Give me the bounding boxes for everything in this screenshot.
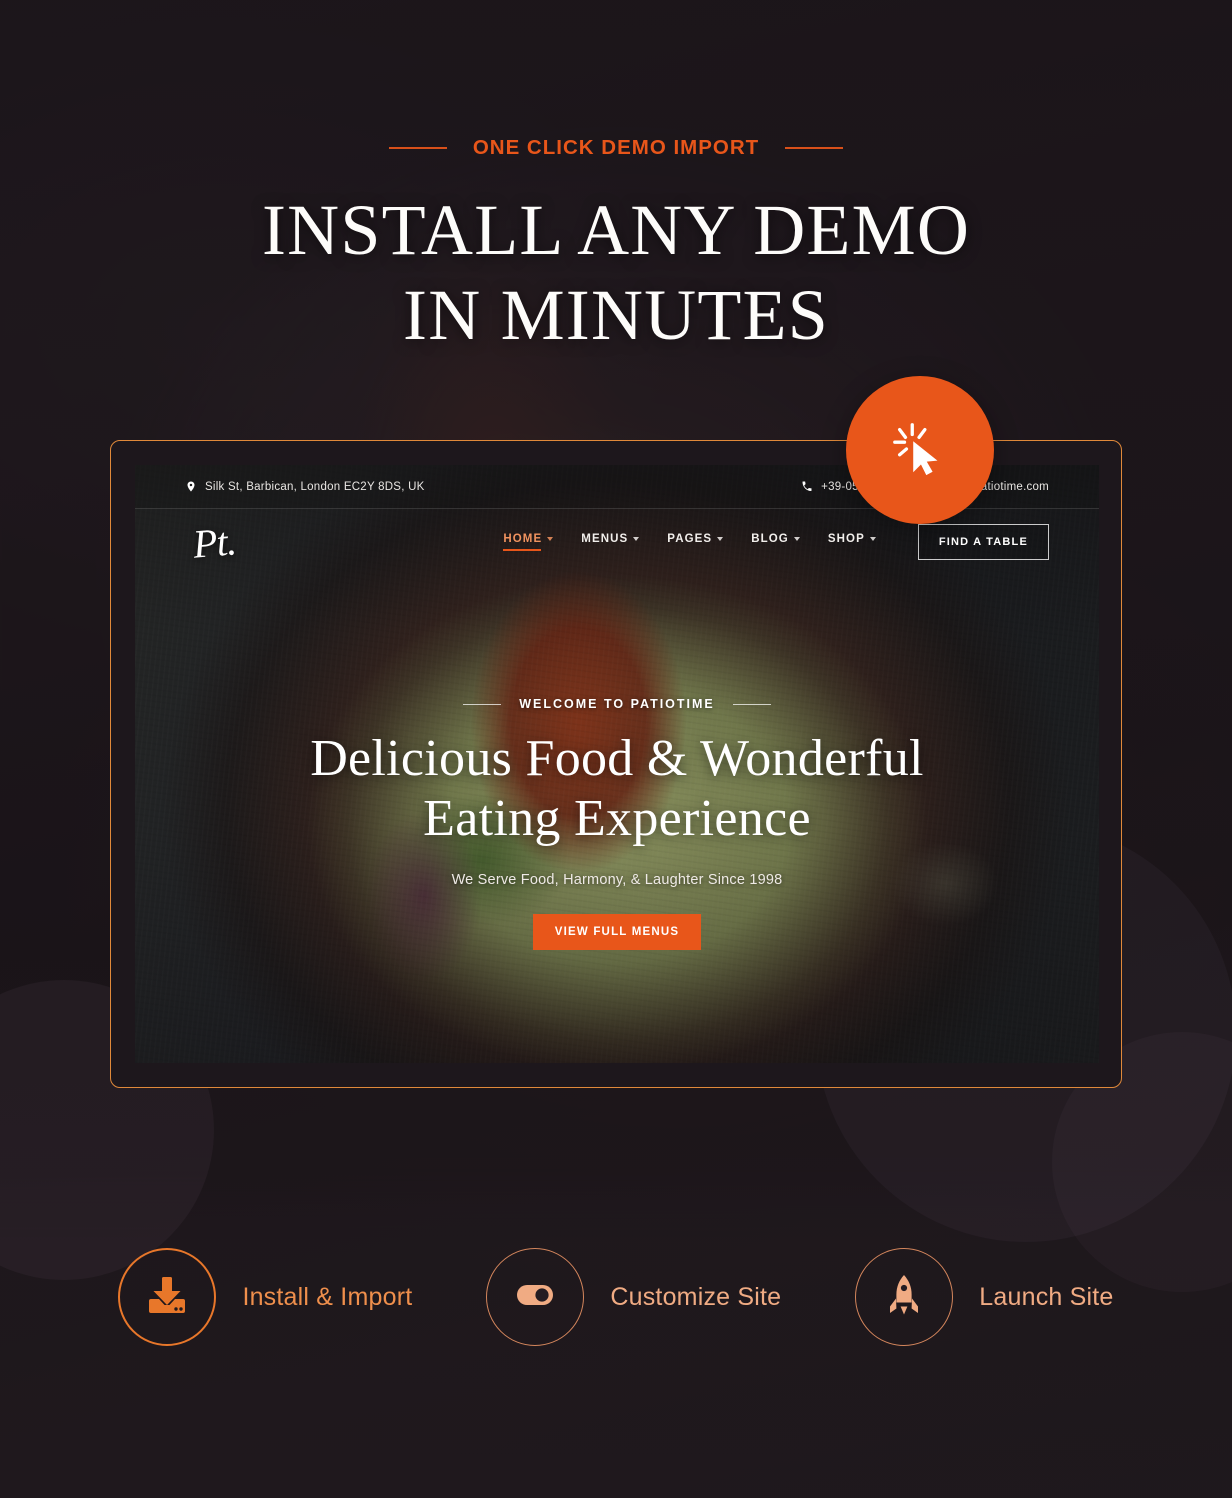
demo-hero: WELCOME TO PATIOTIME Delicious Food & Wo… <box>135 697 1099 950</box>
steps-row: Install & Import Customize Site Launch S… <box>0 1248 1232 1346</box>
chevron-down-icon <box>633 537 640 541</box>
nav-item-menus[interactable]: MENUS <box>581 533 640 551</box>
promo-eyebrow: ONE CLICK DEMO IMPORT <box>472 136 760 159</box>
page-title-line-2: IN MINUTES <box>403 274 829 355</box>
promo-header: ONE CLICK DEMO IMPORT INSTALL ANY DEMO I… <box>0 0 1232 358</box>
rocket-icon <box>880 1271 928 1324</box>
click-cursor-icon <box>889 417 951 484</box>
eyebrow-rule-left <box>388 147 447 149</box>
step-install-import-label: Install & Import <box>242 1282 413 1311</box>
toggle-switch-icon <box>511 1271 559 1324</box>
chevron-down-icon <box>717 537 724 541</box>
demo-site-screen: Silk St, Barbican, London EC2Y 8DS, UK +… <box>135 465 1099 1063</box>
demo-site-navbar: Pt. HOME MENUS PAGES BLOG SHOP FIND A TA… <box>135 509 1099 575</box>
demo-hero-title: Delicious Food & Wonderful Eating Experi… <box>195 729 1039 850</box>
demo-hero-eyebrow-row: WELCOME TO PATIOTIME <box>195 697 1039 711</box>
demo-hero-subtitle: We Serve Food, Harmony, & Laughter Since… <box>451 871 783 888</box>
page-title-line-1: INSTALL ANY DEMO <box>261 190 971 270</box>
nav-item-home[interactable]: HOME <box>503 533 554 551</box>
promo-page: ONE CLICK DEMO IMPORT INSTALL ANY DEMO I… <box>0 0 1232 1498</box>
chevron-down-icon <box>547 537 554 541</box>
step-launch-site[interactable]: Launch Site <box>855 1248 1113 1346</box>
nav-item-pages[interactable]: PAGES <box>667 533 724 551</box>
hero-rule-left <box>463 703 502 705</box>
nav-item-pages-label: PAGES <box>667 533 713 545</box>
nav-item-shop[interactable]: SHOP <box>828 533 876 551</box>
demo-hero-title-line-1: Delicious Food & Wonderful <box>310 730 924 787</box>
step-customize-site[interactable]: Customize Site <box>486 1248 781 1346</box>
demo-hero-title-line-2: Eating Experience <box>423 790 811 848</box>
demo-address-text: Silk St, Barbican, London EC2Y 8DS, UK <box>205 480 425 493</box>
nav-item-blog[interactable]: BLOG <box>751 533 800 551</box>
demo-hero-eyebrow: WELCOME TO PATIOTIME <box>519 697 715 711</box>
find-a-table-button[interactable]: FIND A TABLE <box>917 524 1049 560</box>
promo-eyebrow-row: ONE CLICK DEMO IMPORT <box>0 136 1232 160</box>
demo-nav-list: HOME MENUS PAGES BLOG SHOP FIND A TABLE <box>503 524 1049 560</box>
one-click-badge[interactable] <box>846 376 994 524</box>
phone-icon <box>801 480 813 493</box>
step-customize-site-ring <box>486 1248 585 1346</box>
step-install-import[interactable]: Install & Import <box>118 1248 412 1346</box>
demo-preview-frame: Silk St, Barbican, London EC2Y 8DS, UK +… <box>110 440 1122 1088</box>
step-customize-site-label: Customize Site <box>610 1282 782 1311</box>
nav-item-menus-label: MENUS <box>581 533 629 545</box>
map-pin-icon <box>185 480 197 493</box>
chevron-down-icon <box>793 537 800 541</box>
patiotime-logo[interactable]: Pt. <box>191 517 237 568</box>
demo-address-item: Silk St, Barbican, London EC2Y 8DS, UK <box>185 480 425 493</box>
eyebrow-rule-right <box>785 147 844 149</box>
download-import-icon <box>143 1271 191 1324</box>
nav-item-shop-label: SHOP <box>827 533 865 545</box>
view-full-menus-button[interactable]: VIEW FULL MENUS <box>532 913 702 950</box>
step-install-import-ring <box>118 1248 217 1346</box>
hero-rule-right <box>732 703 771 705</box>
chevron-down-icon <box>869 537 876 541</box>
step-launch-site-ring <box>855 1248 954 1346</box>
nav-item-home-label: HOME <box>503 533 543 545</box>
page-title: INSTALL ANY DEMO IN MINUTES <box>0 188 1232 358</box>
step-launch-site-label: Launch Site <box>979 1282 1114 1311</box>
nav-item-blog-label: BLOG <box>751 533 789 545</box>
